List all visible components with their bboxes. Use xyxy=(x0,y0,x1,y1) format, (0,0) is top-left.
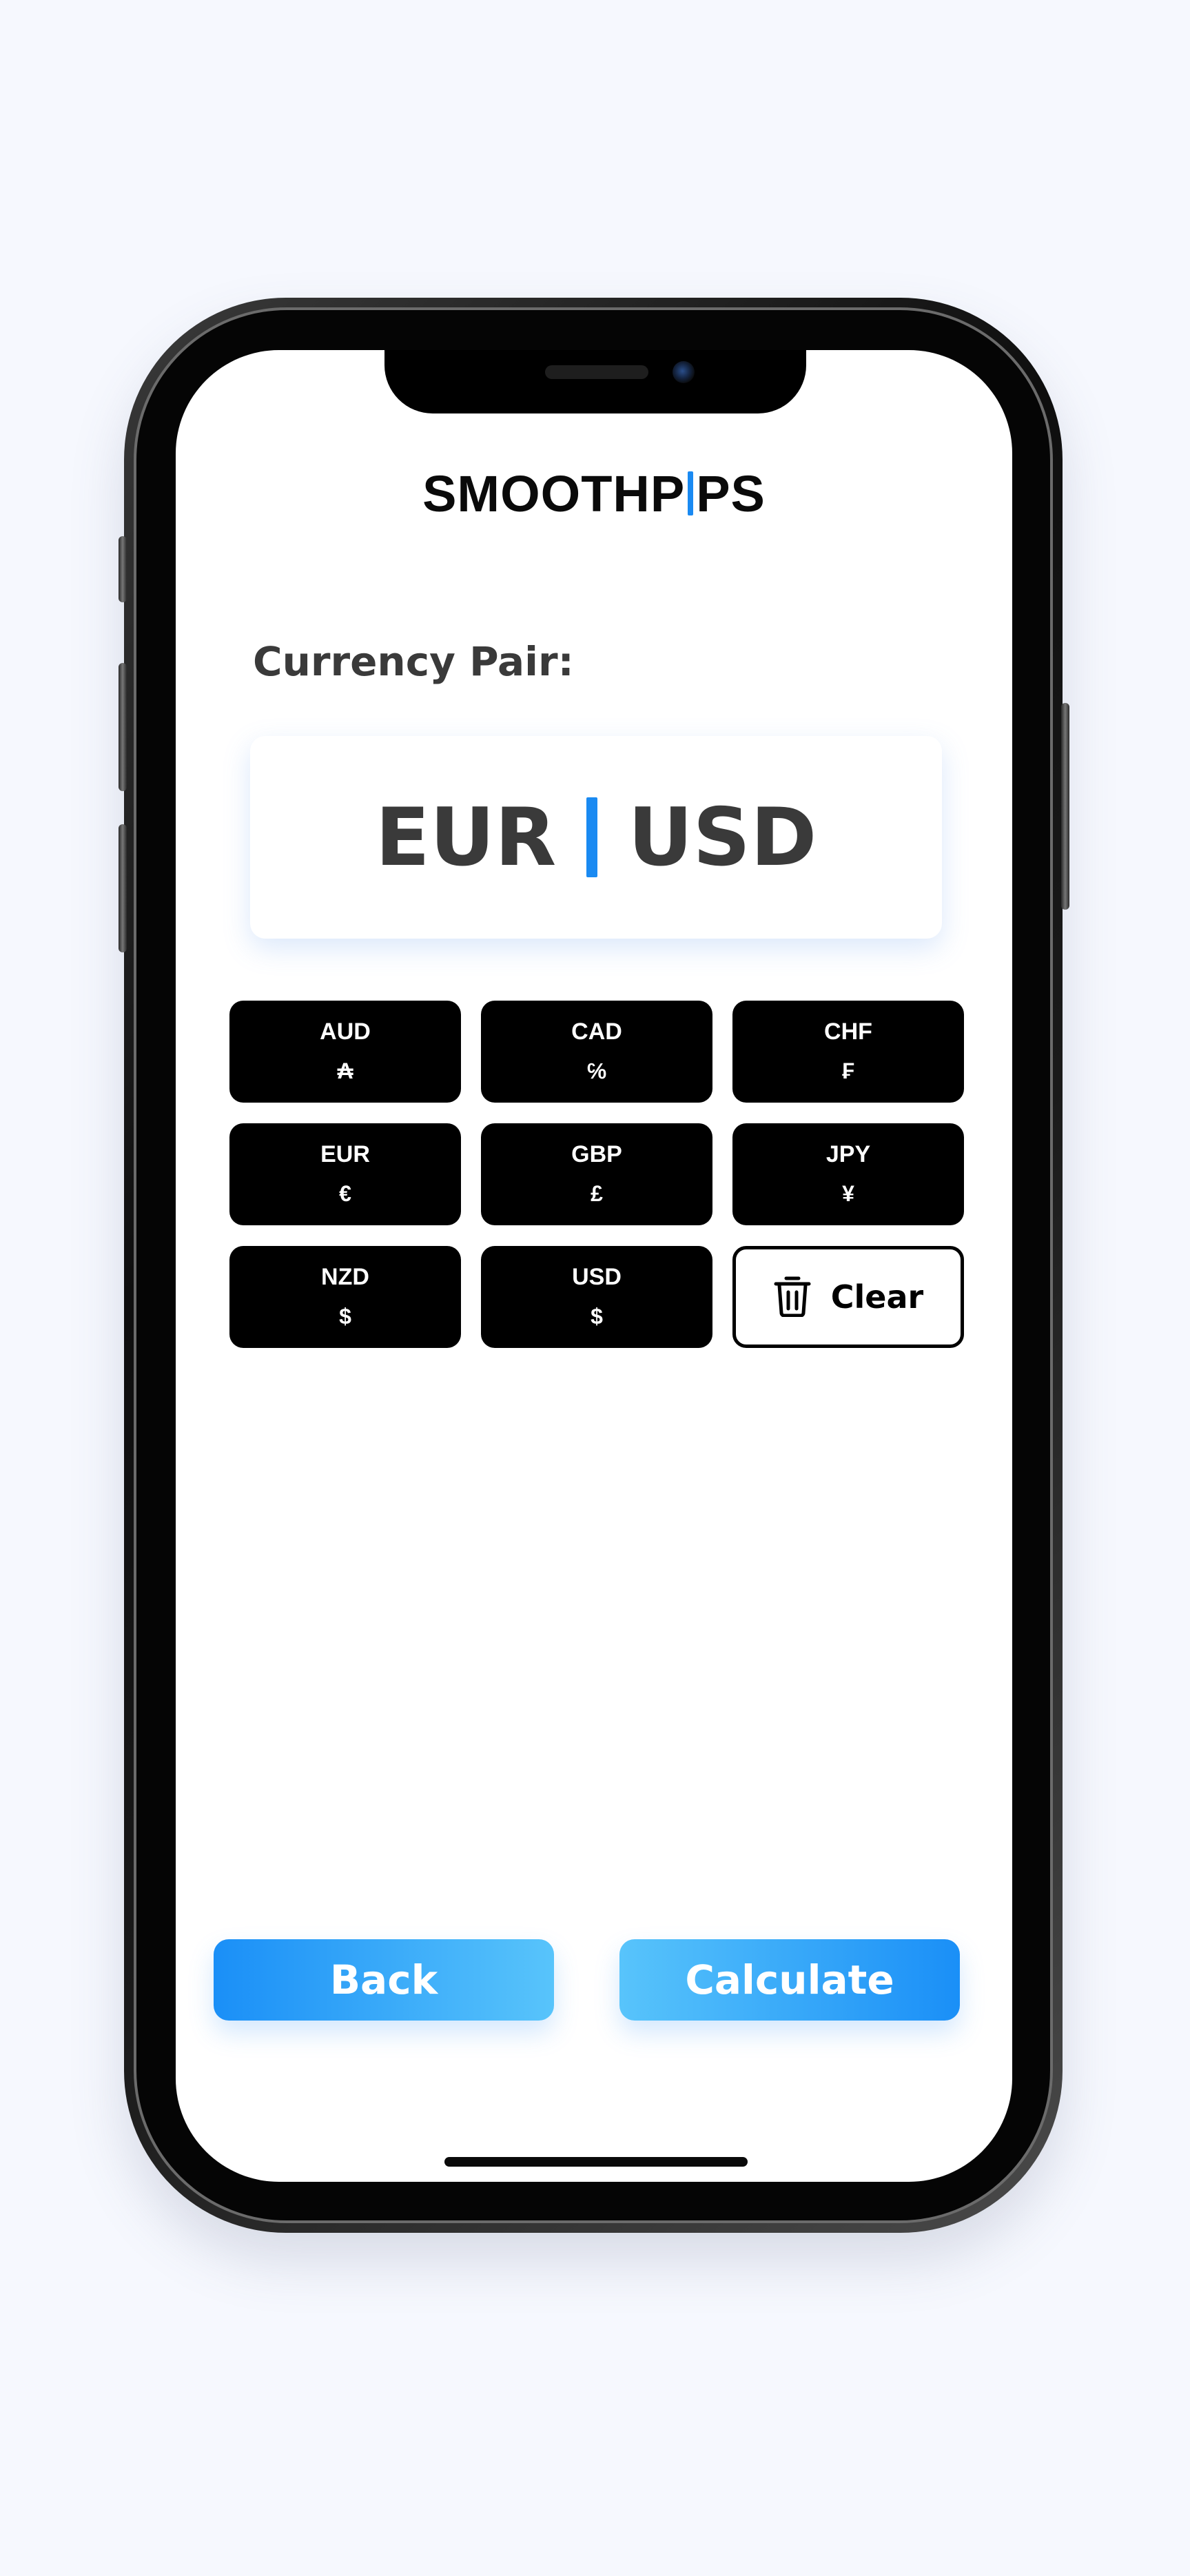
app-logo: SMOOTHP PS xyxy=(176,464,1012,523)
quote-currency: USD xyxy=(628,790,817,884)
currency-code: NZD xyxy=(321,1264,369,1290)
currency-symbol: £ xyxy=(591,1181,603,1206)
currency-button-gbp[interactable]: GBP £ xyxy=(481,1123,712,1225)
home-indicator[interactable] xyxy=(444,2157,748,2167)
currency-button-usd[interactable]: USD $ xyxy=(481,1246,712,1348)
logo-pip-mark xyxy=(688,471,694,515)
currency-symbol: ¥ xyxy=(842,1181,854,1206)
currency-code: CHF xyxy=(824,1019,872,1045)
pair-divider xyxy=(586,797,598,877)
currency-code: EUR xyxy=(320,1141,370,1167)
clear-label: Clear xyxy=(830,1278,924,1316)
currency-symbol: $ xyxy=(339,1304,351,1329)
currency-pair-label: Currency Pair: xyxy=(253,638,574,685)
side-button-volume-up xyxy=(119,663,127,791)
currency-pair-display: EUR USD xyxy=(250,736,942,939)
currency-code: GBP xyxy=(571,1141,622,1167)
side-button-mute xyxy=(119,536,127,602)
currency-code: JPY xyxy=(825,1141,871,1167)
currency-symbol: € xyxy=(339,1181,351,1206)
currency-symbol: ₳ xyxy=(337,1059,353,1083)
currency-symbol: ₣ xyxy=(842,1059,854,1083)
currency-button-eur[interactable]: EUR € xyxy=(229,1123,461,1225)
currency-button-cad[interactable]: CAD ℅ xyxy=(481,1001,712,1103)
currency-code: AUD xyxy=(320,1019,371,1045)
notch xyxy=(384,350,806,413)
currency-symbol: ℅ xyxy=(586,1059,607,1083)
back-button[interactable]: Back xyxy=(214,1939,554,2021)
currency-symbol: $ xyxy=(591,1304,603,1329)
side-button-power xyxy=(1061,703,1069,910)
app-screen: SMOOTHP PS Currency Pair: EUR USD AUD ₳ C… xyxy=(176,350,1012,2182)
logo-text-left: SMOOTHP xyxy=(422,465,686,522)
side-button-volume-down xyxy=(119,824,127,952)
currency-code: CAD xyxy=(571,1019,622,1045)
currency-button-chf[interactable]: CHF ₣ xyxy=(732,1001,964,1103)
clear-button[interactable]: Clear xyxy=(732,1246,964,1348)
currency-button-aud[interactable]: AUD ₳ xyxy=(229,1001,461,1103)
currency-code: USD xyxy=(572,1264,622,1290)
front-camera xyxy=(673,361,695,383)
base-currency: EUR xyxy=(375,790,557,884)
currency-button-nzd[interactable]: NZD $ xyxy=(229,1246,461,1348)
trash-icon xyxy=(773,1274,812,1320)
calculate-button[interactable]: Calculate xyxy=(619,1939,960,2021)
logo-text-right: PS xyxy=(696,465,766,522)
currency-button-jpy[interactable]: JPY ¥ xyxy=(732,1123,964,1225)
speaker-grille xyxy=(545,365,648,379)
